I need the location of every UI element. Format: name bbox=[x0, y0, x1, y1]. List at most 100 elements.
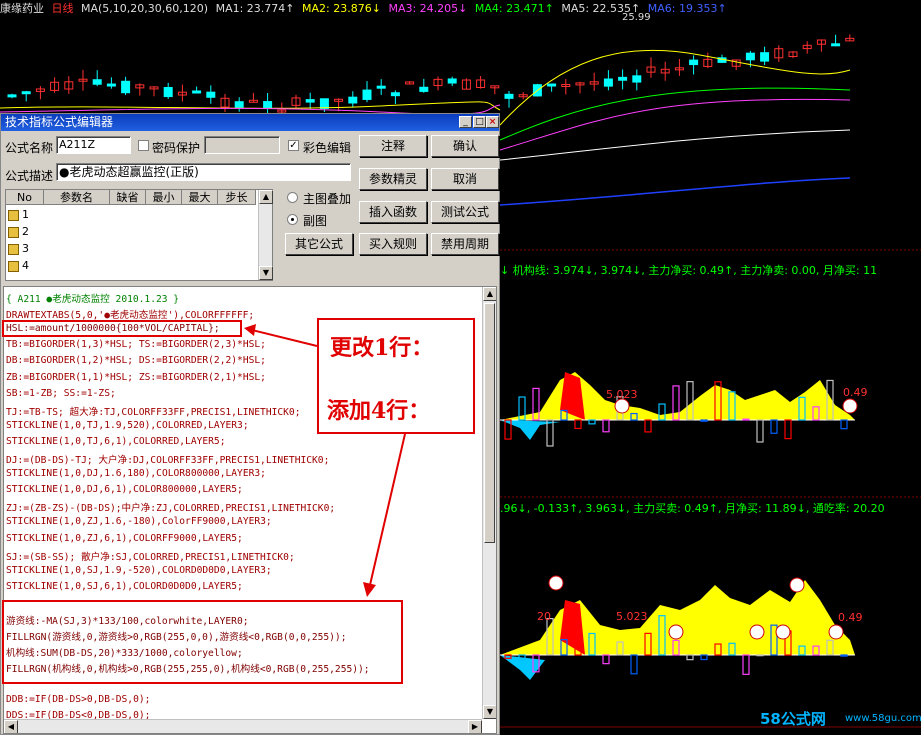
candle-body bbox=[376, 85, 386, 89]
param-icon bbox=[8, 260, 19, 272]
candle-body bbox=[206, 91, 216, 98]
flow-bar bbox=[602, 654, 610, 665]
confirm-button[interactable]: 确认 bbox=[431, 135, 499, 157]
password-checkbox[interactable] bbox=[138, 140, 149, 151]
color-edit-label: 彩色编辑 bbox=[303, 141, 352, 155]
lower-label-left: 5.023 bbox=[616, 610, 648, 623]
annotation-add-text: 添加4行： bbox=[327, 398, 431, 424]
formula-name-label: 公式名称 bbox=[5, 141, 54, 155]
editor-hscrollbar[interactable]: ◀ ▶ bbox=[4, 719, 482, 733]
param-row-no: 2 bbox=[22, 225, 29, 238]
candle-body bbox=[192, 90, 202, 94]
scroll-thumb[interactable] bbox=[484, 303, 495, 543]
high-price-label: 25.99 bbox=[622, 12, 651, 23]
formula-name-field[interactable]: A211Z bbox=[56, 136, 131, 154]
buy-rule-button[interactable]: 买入规则 bbox=[359, 233, 427, 255]
candle-body bbox=[689, 59, 699, 66]
flow-bar bbox=[588, 419, 596, 425]
candle-body bbox=[263, 101, 273, 110]
insert-function-button[interactable]: 插入函数 bbox=[359, 201, 427, 223]
candle-body bbox=[234, 101, 244, 108]
code-line: TJ:=TB-TS; 超大净:TJ,COLORFF33FF,PRECIS1,LI… bbox=[6, 406, 301, 418]
candle-body bbox=[745, 52, 755, 61]
param-scrollbar[interactable]: ▲ ▼ bbox=[258, 190, 273, 280]
watermark-brand: 58公式网 bbox=[760, 710, 826, 728]
code-line: STICKLINE(1,0,ZJ,1.6,-180),ColorFF9000,L… bbox=[6, 516, 272, 528]
scroll-up-icon[interactable]: ▲ bbox=[483, 287, 496, 301]
flow-bar bbox=[574, 419, 582, 430]
param-row-no: 1 bbox=[22, 208, 29, 221]
flow-bar bbox=[756, 654, 764, 657]
code-line: ZB:=BIGORDER(1,1)*HSL; ZS:=BIGORDER(2,1)… bbox=[6, 371, 266, 383]
candle-body bbox=[632, 75, 642, 83]
lower-label-left2: 20 bbox=[537, 610, 551, 623]
ban-period-button[interactable]: 禁用周期 bbox=[431, 233, 499, 255]
close-icon[interactable]: × bbox=[486, 116, 499, 128]
comment-button[interactable]: 注释 bbox=[359, 135, 427, 157]
candle-body bbox=[21, 91, 31, 95]
param-row-no: 4 bbox=[22, 259, 29, 272]
param-header-max: 最大 bbox=[182, 190, 218, 205]
parameter-table[interactable]: No 参数名 缺省 最小 最大 步长 1 2 3 4 ▲ ▼ bbox=[5, 189, 273, 281]
candle-body bbox=[603, 78, 613, 87]
candle-body bbox=[831, 43, 841, 47]
code-line: DDB:=IF(DB-DS>0,DB-DS,0); bbox=[6, 693, 151, 705]
param-header-no: No bbox=[6, 190, 44, 205]
test-formula-button[interactable]: 测试公式 bbox=[431, 201, 499, 223]
institution-line-fill-middle bbox=[500, 372, 855, 420]
password-field[interactable] bbox=[204, 136, 280, 154]
code-line: ZJ:=(ZB-ZS)-(DB-DS);中户净:ZJ,COLORRED,PREC… bbox=[6, 503, 336, 515]
param-row[interactable]: 4 bbox=[8, 257, 29, 274]
editor-scrollbar[interactable]: ▲ ▼ bbox=[482, 287, 496, 719]
flow-bar bbox=[700, 419, 708, 422]
main-overlay-radio[interactable] bbox=[287, 192, 298, 203]
candlesticks bbox=[7, 34, 855, 119]
scroll-left-icon[interactable]: ◀ bbox=[4, 720, 18, 733]
param-tune-button[interactable]: 参数精灵 bbox=[359, 168, 427, 190]
flow-bar bbox=[602, 419, 610, 433]
code-line: STICKLINE(1,0,SJ,6,1),COLORD0D0D0,LAYER5… bbox=[6, 580, 243, 592]
sub-chart-label: 副图 bbox=[303, 214, 328, 228]
dialog-title: 技术指标公式编辑器 bbox=[5, 115, 114, 129]
formula-desc-label: 公式描述 bbox=[5, 169, 54, 183]
param-row-no: 3 bbox=[22, 242, 29, 255]
added-lines-highlight bbox=[2, 600, 403, 684]
param-row[interactable]: 1 bbox=[8, 206, 29, 223]
ma4-value: MA4: 23.471↑ bbox=[474, 2, 554, 15]
code-line: STICKLINE(1,0,SJ,1.9,-520),COLORD0D0D0,L… bbox=[6, 564, 272, 576]
other-formula-button[interactable]: 其它公式 bbox=[285, 233, 353, 255]
scroll-right-icon[interactable]: ▶ bbox=[468, 720, 482, 733]
face-icon bbox=[614, 398, 630, 414]
formula-desc-field[interactable]: ●老虎动态超赢监控(正版) bbox=[56, 163, 351, 181]
face-icon bbox=[842, 398, 858, 414]
changed-line-highlight bbox=[2, 320, 242, 337]
candle-body bbox=[362, 89, 372, 100]
scroll-down-icon[interactable]: ▼ bbox=[259, 266, 273, 280]
ma3-value: MA3: 24.205↓ bbox=[388, 2, 468, 15]
scroll-up-icon[interactable]: ▲ bbox=[259, 190, 273, 204]
code-line: DRAWTEXTABS(5,0,'●老虎动态监控'),COLORFFFFFF; bbox=[6, 310, 255, 322]
color-edit-checkbox[interactable]: ✓ bbox=[288, 140, 299, 151]
candle-body bbox=[419, 86, 429, 92]
minimize-icon[interactable]: _ bbox=[459, 116, 472, 128]
scroll-down-icon[interactable]: ▼ bbox=[483, 705, 496, 719]
flow-bar bbox=[840, 654, 848, 657]
flow-bar bbox=[840, 419, 848, 430]
flow-bar bbox=[686, 654, 694, 661]
main-overlay-label: 主图叠加 bbox=[303, 192, 352, 206]
candle-body bbox=[618, 76, 628, 81]
candle-body bbox=[92, 79, 102, 85]
maximize-icon[interactable]: □ bbox=[473, 116, 486, 128]
ma-info-bar: 康缘药业 日线 MA(5,10,20,30,60,120) MA1: 23.77… bbox=[0, 0, 921, 16]
ma-spec: MA(5,10,20,30,60,120) bbox=[81, 2, 209, 15]
flow-bar bbox=[770, 419, 778, 434]
face-icon bbox=[548, 575, 564, 591]
flow-bar bbox=[756, 419, 764, 443]
dialog-title-bar[interactable]: 技术指标公式编辑器 _ □ × bbox=[1, 114, 499, 131]
cancel-button[interactable]: 取消 bbox=[431, 168, 499, 190]
param-row[interactable]: 2 bbox=[8, 223, 29, 240]
sub-chart-radio[interactable] bbox=[287, 214, 298, 225]
ma-line bbox=[499, 98, 851, 151]
ma2-value: MA2: 23.876↓ bbox=[302, 2, 381, 15]
param-row[interactable]: 3 bbox=[8, 240, 29, 257]
